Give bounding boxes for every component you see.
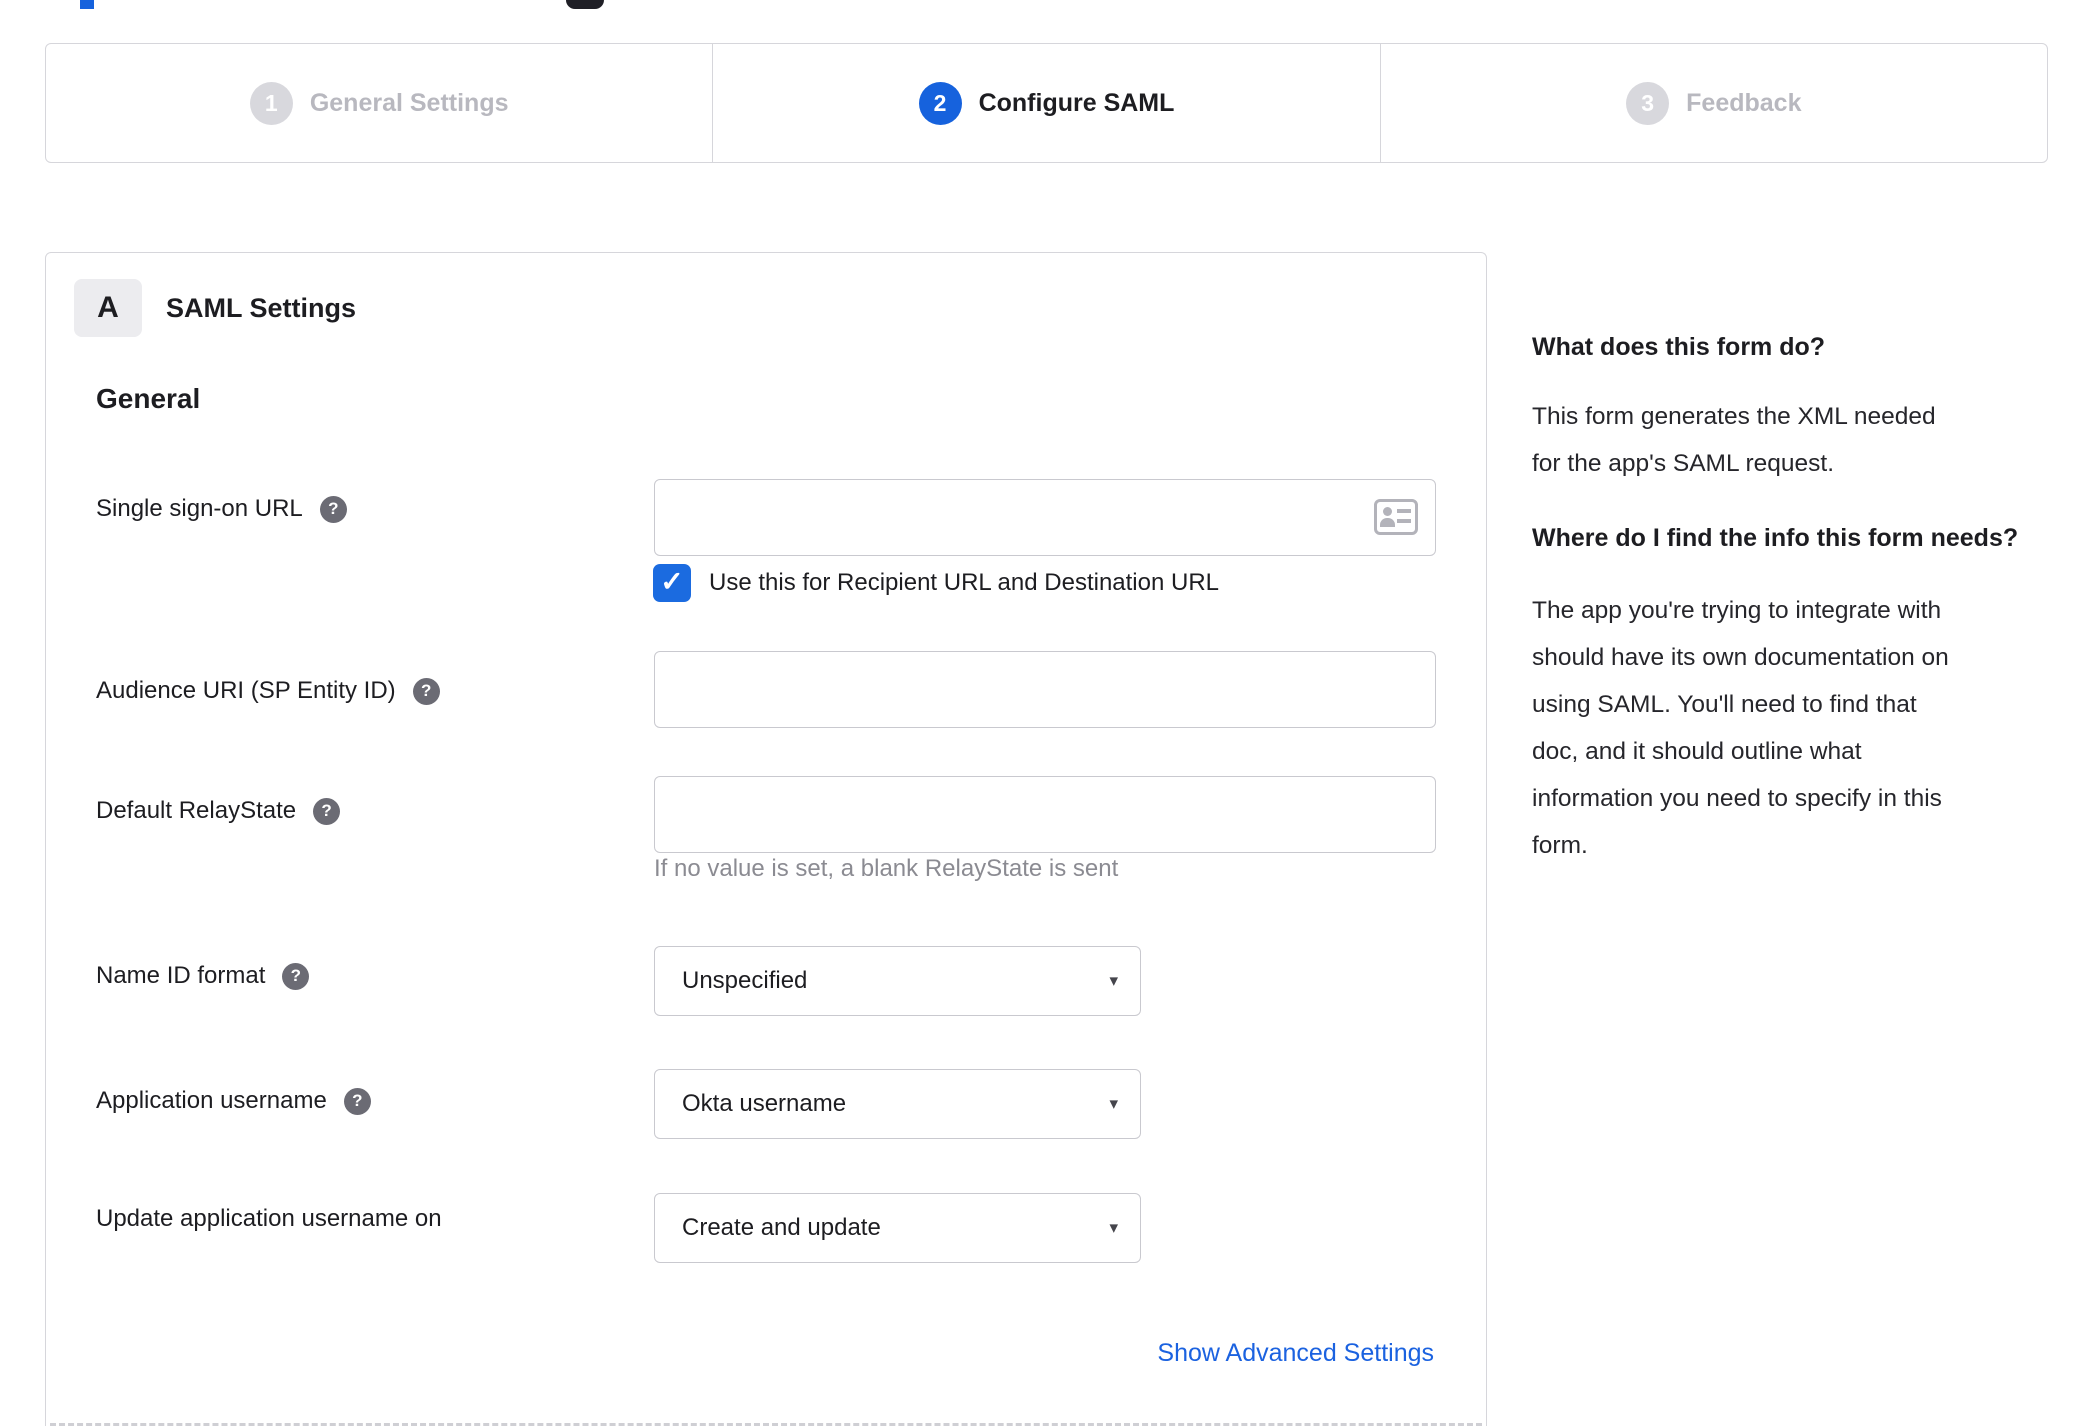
sso-url-input[interactable] [654,479,1436,556]
help-question-2-line: needs? [1930,524,2019,552]
panel-title: SAML Settings [166,292,357,323]
help-question-2: Where do I find the info this form needs… [1532,519,2092,558]
chevron-down-icon: ▾ [1109,971,1118,990]
sso-url-label: Single sign-on URL ? [96,489,347,529]
saml-settings-panel: A SAML Settings General Single sign-on U… [45,252,1487,1426]
name-id-format-label-text: Name ID format [96,962,266,989]
help-icon[interactable]: ? [282,962,310,990]
step-feedback[interactable]: 3 Feedback [1381,44,2047,162]
recipient-url-checkbox-row: ✓ Use this for Recipient URL and Destina… [653,564,1219,602]
help-answer-2-line: information you need to specify in this [1532,785,1942,812]
help-answer-2-line: The app you're trying to integrate with [1532,597,1942,624]
relaystate-helper-text: If no value is set, a blank RelayState i… [654,855,1119,882]
application-username-label: Application username ? [96,1081,371,1121]
help-question-1: What does this form do? [1532,333,1826,361]
audience-uri-label: Audience URI (SP Entity ID) ? [96,671,440,711]
step-configure-saml[interactable]: 2 Configure SAML [713,44,1381,162]
audience-uri-label-text: Audience URI (SP Entity ID) [96,677,396,704]
help-answer-1: This form generates the XML needed for t… [1532,393,2092,487]
update-username-value: Create and update [682,1214,881,1241]
name-id-format-select[interactable]: Unspecified ▾ [654,946,1141,1016]
contact-line1-shape [1397,509,1411,513]
help-sidebar: What does this form do? This form genera… [1532,330,2092,869]
contact-body-shape [1380,518,1395,527]
help-answer-2-line: using SAML. You'll need to find that [1532,691,1917,718]
application-username-label-text: Application username [96,1087,327,1114]
setup-wizard-stepper: 1 General Settings 2 Configure SAML 3 Fe… [45,43,2048,163]
top-clipped-blue-fragment [80,0,94,9]
help-question-2-line: Where do I find the info this form [1532,524,1924,552]
audience-uri-input[interactable] [654,651,1436,728]
help-icon[interactable]: ? [412,677,440,705]
help-answer-2-line: form. [1532,832,1588,859]
update-username-label-text: Update application username on [96,1205,442,1232]
contact-line2-shape [1397,519,1411,523]
step-1-label: General Settings [309,88,509,117]
step-general-settings[interactable]: 1 General Settings [46,44,714,162]
default-relaystate-input[interactable] [654,776,1436,853]
use-for-recipient-checkbox[interactable]: ✓ [653,564,691,602]
name-id-format-label: Name ID format ? [96,956,310,996]
update-username-select[interactable]: Create and update ▾ [654,1193,1141,1263]
step-1-circle: 1 [249,81,293,125]
step-3-circle: 3 [1626,81,1670,125]
section-a-badge: A [74,279,142,337]
top-clipped-dark-fragment [566,0,604,9]
sso-url-input-wrap [654,479,1436,556]
step-2-label: Configure SAML [978,88,1175,117]
chevron-down-icon: ▾ [1109,1094,1118,1113]
help-icon[interactable]: ? [343,1087,371,1115]
help-icon[interactable]: ? [313,797,341,825]
contact-head-shape [1383,507,1392,516]
chevron-down-icon: ▾ [1109,1218,1118,1237]
name-id-format-value: Unspecified [682,967,808,994]
help-answer-2-line: should have its own documentation on [1532,644,1949,671]
update-username-label: Update application username on [96,1199,442,1239]
help-answer-1-line: for the app's SAML request. [1532,450,1835,477]
sso-url-label-text: Single sign-on URL [96,495,303,522]
contacts-autofill-icon[interactable] [1374,499,1418,535]
application-username-value: Okta username [682,1090,847,1117]
step-3-label: Feedback [1686,88,1802,117]
default-relaystate-label: Default RelayState ? [96,791,341,831]
show-advanced-settings-link[interactable]: Show Advanced Settings [1157,1339,1434,1368]
general-section-heading: General [96,383,201,414]
help-answer-2-line: doc, and it should outline what [1532,738,1862,765]
application-username-select[interactable]: Okta username ▾ [654,1069,1141,1139]
step-2-circle: 2 [918,81,962,125]
help-answer-2: The app you're trying to integrate with … [1532,587,2092,869]
recipient-url-checkbox-label: Use this for Recipient URL and Destinati… [709,569,1220,596]
help-icon[interactable]: ? [319,495,347,523]
help-answer-1-line: This form generates the XML needed [1532,403,1936,430]
default-relaystate-label-text: Default RelayState [96,797,297,824]
check-icon: ✓ [660,566,684,597]
